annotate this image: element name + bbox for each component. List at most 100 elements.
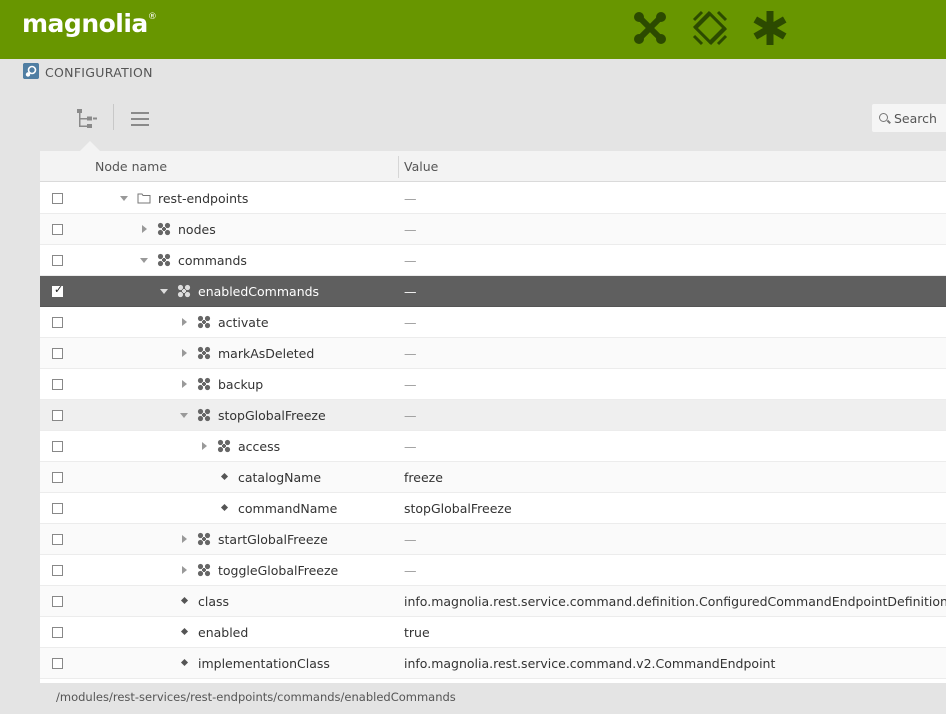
node-value: — bbox=[404, 377, 417, 392]
row-checkbox[interactable] bbox=[52, 627, 63, 638]
table-row[interactable]: markAsDeleted — bbox=[40, 338, 946, 369]
row-checkbox[interactable] bbox=[52, 658, 63, 669]
pulse-icon[interactable] bbox=[692, 10, 728, 46]
node-name: commandName bbox=[238, 501, 338, 516]
row-checkbox[interactable] bbox=[52, 193, 63, 204]
node-name: implementationClass bbox=[198, 656, 330, 671]
row-checkbox[interactable] bbox=[52, 472, 63, 483]
node-name: class bbox=[198, 594, 230, 609]
collapse-arrow-icon[interactable] bbox=[120, 196, 128, 201]
content-node-icon bbox=[197, 532, 211, 546]
expand-arrow-icon[interactable] bbox=[182, 318, 187, 326]
view-separator bbox=[113, 104, 114, 130]
row-checkbox[interactable] bbox=[52, 596, 63, 607]
row-checkbox[interactable] bbox=[52, 224, 63, 235]
row-checkbox[interactable] bbox=[52, 565, 63, 576]
expand-arrow-icon[interactable] bbox=[202, 442, 207, 450]
top-bar: magnolia® bbox=[0, 0, 946, 59]
search-icon bbox=[879, 113, 888, 122]
table-row[interactable]: catalogName freeze bbox=[40, 462, 946, 493]
table-row[interactable]: commandName stopGlobalFreeze bbox=[40, 493, 946, 524]
table-row[interactable]: backup — bbox=[40, 369, 946, 400]
row-checkbox[interactable]: ✓ bbox=[52, 283, 64, 297]
node-name: nodes bbox=[178, 222, 216, 237]
expand-arrow-icon[interactable] bbox=[182, 349, 187, 357]
node-name: enabled bbox=[198, 625, 249, 640]
node-value: — bbox=[404, 408, 417, 423]
node-value: — bbox=[404, 532, 417, 547]
table-row[interactable]: commands — bbox=[40, 245, 946, 276]
app-title[interactable]: CONFIGURATION bbox=[45, 65, 153, 80]
content-node-icon bbox=[197, 563, 211, 577]
favorites-icon[interactable] bbox=[752, 10, 788, 46]
expand-arrow-icon[interactable] bbox=[142, 225, 147, 233]
registered-mark: ® bbox=[147, 12, 157, 22]
node-value: freeze bbox=[404, 470, 443, 485]
apps-launcher-icon[interactable] bbox=[632, 10, 668, 46]
table-row[interactable]: implementationClass info.magnolia.rest.se… bbox=[40, 648, 946, 679]
row-checkbox[interactable] bbox=[52, 534, 63, 545]
node-name: catalogName bbox=[238, 470, 322, 485]
collapse-arrow-icon[interactable] bbox=[180, 413, 188, 418]
expand-arrow-icon[interactable] bbox=[182, 380, 187, 388]
row-checkbox[interactable] bbox=[52, 441, 63, 452]
table-row[interactable]: startGlobalFreeze — bbox=[40, 524, 946, 555]
table-row[interactable]: activate — bbox=[40, 307, 946, 338]
content-node-icon bbox=[197, 346, 211, 360]
property-icon bbox=[180, 627, 189, 636]
node-name: startGlobalFreeze bbox=[218, 532, 328, 547]
node-value: — bbox=[404, 439, 417, 454]
content-node-icon bbox=[197, 315, 211, 329]
node-name: commands bbox=[178, 253, 247, 268]
property-icon bbox=[180, 658, 189, 667]
expand-arrow-icon[interactable] bbox=[182, 535, 187, 543]
node-value: — bbox=[404, 222, 417, 237]
content-node-icon bbox=[177, 284, 191, 298]
table-row[interactable]: class info.magnolia.rest.service.command.… bbox=[40, 586, 946, 617]
table-row[interactable]: rest-endpoints — bbox=[40, 183, 946, 214]
row-checkbox[interactable] bbox=[52, 410, 63, 421]
table-row[interactable]: ✓ enabledCommands — bbox=[40, 276, 946, 307]
node-name: backup bbox=[218, 377, 264, 392]
node-value: stopGlobalFreeze bbox=[404, 501, 512, 516]
node-name: rest-endpoints bbox=[158, 191, 249, 206]
table-row[interactable]: access — bbox=[40, 431, 946, 462]
active-view-caret bbox=[80, 141, 100, 151]
content-node-icon bbox=[217, 439, 231, 453]
node-value: — bbox=[404, 253, 417, 268]
checkmark-icon: ✓ bbox=[54, 283, 64, 296]
row-checkbox[interactable] bbox=[52, 379, 63, 390]
breadcrumb: CONFIGURATION bbox=[0, 59, 946, 87]
expand-arrow-icon[interactable] bbox=[182, 566, 187, 574]
row-checkbox[interactable] bbox=[52, 503, 63, 514]
node-value: info.magnolia.rest.service.command.defin… bbox=[404, 594, 946, 609]
tree-view-icon[interactable] bbox=[75, 107, 99, 131]
table-row[interactable]: stopGlobalFreeze — bbox=[40, 400, 946, 431]
table-row[interactable]: toggleGlobalFreeze — bbox=[40, 555, 946, 586]
search-field[interactable]: Search bbox=[872, 104, 946, 132]
collapse-arrow-icon[interactable] bbox=[160, 289, 168, 294]
row-checkbox[interactable] bbox=[52, 255, 63, 266]
status-path: /modules/rest-services/rest-endpoints/co… bbox=[56, 690, 456, 704]
configuration-app-icon bbox=[23, 63, 39, 79]
grid-header: Node name Value bbox=[40, 151, 946, 182]
table-row[interactable]: nodes — bbox=[40, 214, 946, 245]
column-header-value[interactable]: Value bbox=[404, 159, 438, 174]
node-value: info.magnolia.rest.service.command.v2.Co… bbox=[404, 656, 776, 671]
property-icon bbox=[220, 472, 229, 481]
row-checkbox[interactable] bbox=[52, 348, 63, 359]
table-row[interactable]: enabled true bbox=[40, 617, 946, 648]
content-node-icon bbox=[157, 222, 171, 236]
property-icon bbox=[180, 596, 189, 605]
node-name: toggleGlobalFreeze bbox=[218, 563, 339, 578]
node-name: enabledCommands bbox=[198, 284, 320, 299]
magnolia-logo[interactable]: magnolia® bbox=[22, 9, 157, 38]
collapse-arrow-icon[interactable] bbox=[140, 258, 148, 263]
column-separator bbox=[398, 156, 399, 178]
row-checkbox[interactable] bbox=[52, 317, 63, 328]
search-label: Search bbox=[894, 111, 937, 126]
node-value: — bbox=[404, 284, 417, 299]
list-view-icon[interactable] bbox=[130, 109, 150, 129]
column-header-node-name[interactable]: Node name bbox=[95, 159, 167, 174]
content-node-icon bbox=[157, 253, 171, 267]
